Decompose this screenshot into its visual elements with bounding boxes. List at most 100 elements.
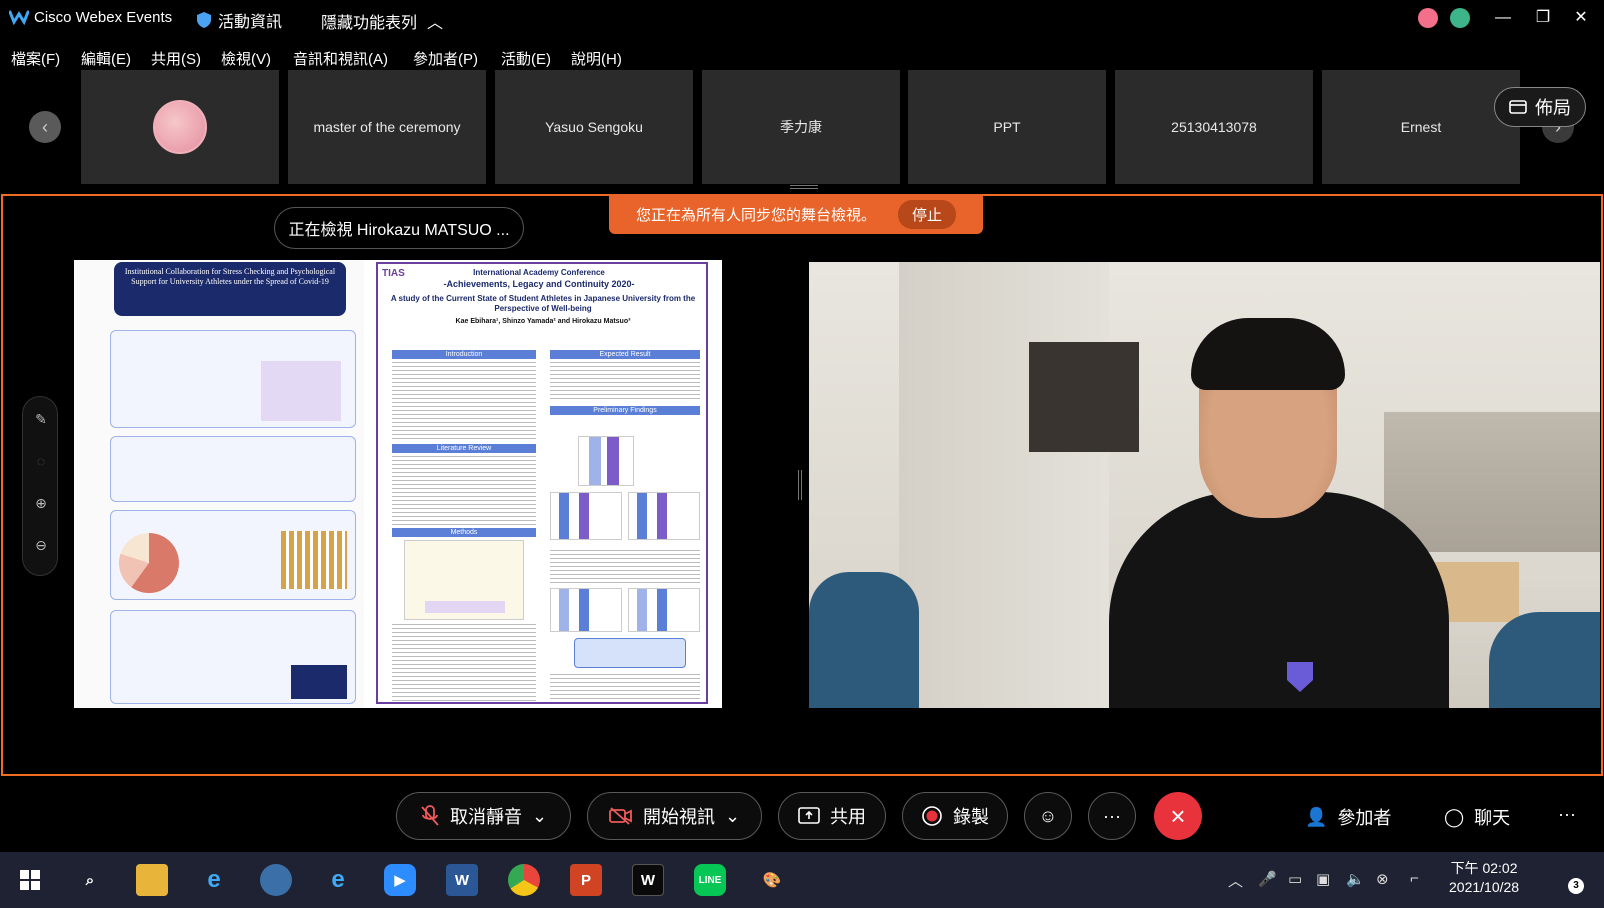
network-health-icon[interactable] <box>1450 8 1470 28</box>
shared-content-poster[interactable]: Institutional Collaboration for Stress C… <box>74 260 722 708</box>
menu-participants[interactable]: 參加者(P) <box>413 44 478 73</box>
input-method-icon[interactable]: ⌐ <box>1410 870 1419 887</box>
restore-icon[interactable]: ❐ <box>1530 6 1556 30</box>
leave-meeting-button[interactable]: × <box>1154 792 1202 840</box>
poster-text-block <box>550 550 700 584</box>
poster-right-panel: TIAS International Academy Conference -A… <box>376 262 708 704</box>
layout-label: 佈局 <box>1535 98 1571 118</box>
ie-icon[interactable]: e <box>322 864 354 896</box>
strip-resize-handle[interactable] <box>790 185 818 189</box>
battery-icon[interactable]: ▭ <box>1288 870 1302 888</box>
microphone-icon[interactable]: 🎤 <box>1258 870 1277 888</box>
stop-sync-button[interactable]: 停止 <box>898 199 957 229</box>
app-title: Cisco Webex Events <box>34 9 173 26</box>
menu-view[interactable]: 檢視(V) <box>221 44 271 73</box>
hide-menu-bar-button[interactable]: 隱藏功能表列 ︿ <box>321 9 443 33</box>
participants-label: 參加者 <box>1337 808 1392 828</box>
menu-share[interactable]: 共用(S) <box>151 44 201 73</box>
menu-audio-video[interactable]: 音訊和視訊(A) <box>293 44 388 73</box>
clock[interactable]: 下午 02:02 2021/10/28 <box>1449 859 1519 897</box>
status-icon[interactable]: ⊗ <box>1376 870 1389 888</box>
unmute-button[interactable]: 取消靜音 ⌄ <box>396 792 571 840</box>
strip-prev-button[interactable]: ‹ <box>29 111 61 143</box>
chevron-left-icon: ‹ <box>42 116 48 137</box>
sync-stage-banner: 您正在為所有人同步您的舞台檢視。 停止 <box>609 194 983 234</box>
participant-tile[interactable] <box>81 70 279 184</box>
poster-title: A study of the Current State of Student … <box>390 294 696 313</box>
unmute-label: 取消靜音 <box>449 807 522 827</box>
poster-text-block <box>550 674 700 702</box>
zoom-out-icon[interactable]: ⊖ <box>31 537 51 557</box>
poster-flow-diagram <box>404 540 524 620</box>
viewing-indicator[interactable]: 正在檢視 Hirokazu MATSUO ... <box>274 207 524 249</box>
zoom-in-icon[interactable]: ⊕ <box>31 495 51 515</box>
video-door <box>899 262 1109 708</box>
poster-box <box>110 610 356 704</box>
volume-icon[interactable]: 🔈 <box>1346 870 1365 888</box>
windows-taskbar: ⌕ e e ▶ W P W LINE 🎨 ︿ 🎤 ▭ ▣ 🔈 ⊗ ⌐ 下午 02… <box>0 852 1604 908</box>
pen-icon[interactable]: ✎ <box>31 411 51 431</box>
edge-icon[interactable]: e <box>198 864 230 896</box>
participant-strip: ‹ master of the ceremony Yasuo Sengoku 季… <box>0 70 1604 184</box>
event-info-button[interactable]: 活動資訊 <box>196 8 282 32</box>
chevron-up-icon: ︿ <box>427 15 444 32</box>
minimize-icon[interactable]: — <box>1490 6 1516 30</box>
menu-help[interactable]: 說明(H) <box>571 44 622 73</box>
panel-more-button[interactable]: ··· <box>1558 804 1576 825</box>
record-icon <box>922 806 942 826</box>
presenter-body <box>1109 492 1449 708</box>
close-icon[interactable]: ✕ <box>1568 6 1594 30</box>
search-icon[interactable]: ⌕ <box>74 864 106 896</box>
participant-tile[interactable]: master of the ceremony <box>288 70 486 184</box>
line-icon[interactable]: LINE <box>694 864 726 896</box>
menu-event[interactable]: 活動(E) <box>501 44 551 73</box>
start-video-button[interactable]: 開始視訊 ⌄ <box>587 792 762 840</box>
webex-taskbar-icon[interactable]: W <box>632 864 664 896</box>
stage-resize-handle[interactable] <box>798 470 802 500</box>
chat-button[interactable]: ◯ 聊天 <box>1444 804 1510 830</box>
microphone-muted-icon <box>421 805 439 826</box>
menu-edit[interactable]: 編輯(E) <box>81 44 131 73</box>
more-options-button[interactable]: ··· <box>1088 792 1136 840</box>
video-chair <box>809 572 919 708</box>
chevron-down-icon[interactable]: ⌄ <box>725 806 740 827</box>
avatar <box>153 100 207 154</box>
poster-bar-chart <box>578 436 634 486</box>
participant-tile[interactable]: Yasuo Sengoku <box>495 70 693 184</box>
poster-text-block <box>550 362 700 402</box>
zoom-icon[interactable]: ▶ <box>384 864 416 896</box>
powerpoint-icon[interactable]: P <box>570 864 602 896</box>
presenter-video[interactable] <box>809 262 1600 708</box>
layout-button[interactable]: 佈局 <box>1494 87 1586 127</box>
recording-status-icon[interactable] <box>1418 8 1438 28</box>
windows-start-icon[interactable] <box>14 864 46 896</box>
chevron-down-icon[interactable]: ⌄ <box>532 806 547 827</box>
participant-tile[interactable]: 季力康 <box>702 70 900 184</box>
notification-icon[interactable]: 3 <box>1552 864 1584 896</box>
app-icon[interactable] <box>260 864 292 896</box>
emoji-icon: ☺ <box>1038 805 1058 826</box>
section-header: Preliminary Findings <box>550 406 700 415</box>
participants-button[interactable]: 👤 參加者 <box>1305 804 1391 830</box>
participant-tile[interactable]: 25130413078 <box>1115 70 1313 184</box>
participant-tile[interactable]: PPT <box>908 70 1106 184</box>
poster-authors: Kae Ebihara¹, Shinzo Yamada² and Hirokaz… <box>455 318 631 325</box>
record-label: 錄製 <box>953 807 989 827</box>
participant-name: PPT <box>993 119 1021 135</box>
chat-label: 聊天 <box>1474 808 1511 828</box>
share-button[interactable]: 共用 <box>778 792 886 840</box>
record-button[interactable]: 錄製 <box>902 792 1008 840</box>
network-icon[interactable]: ▣ <box>1316 870 1330 888</box>
video-window <box>1384 412 1600 552</box>
chrome-icon[interactable] <box>508 864 540 896</box>
menu-file[interactable]: 檔案(F) <box>11 44 60 73</box>
section-header: Literature Review <box>392 444 536 453</box>
participant-tile[interactable]: Ernest <box>1322 70 1520 184</box>
reactions-button[interactable]: ☺ <box>1024 792 1072 840</box>
tias-logo: TIAS <box>382 268 405 279</box>
word-icon[interactable]: W <box>446 864 478 896</box>
poster-box <box>110 436 356 502</box>
paint-icon[interactable]: 🎨 <box>756 864 788 896</box>
chevron-up-icon[interactable]: ︿ <box>1228 870 1243 891</box>
file-explorer-icon[interactable] <box>136 864 168 896</box>
